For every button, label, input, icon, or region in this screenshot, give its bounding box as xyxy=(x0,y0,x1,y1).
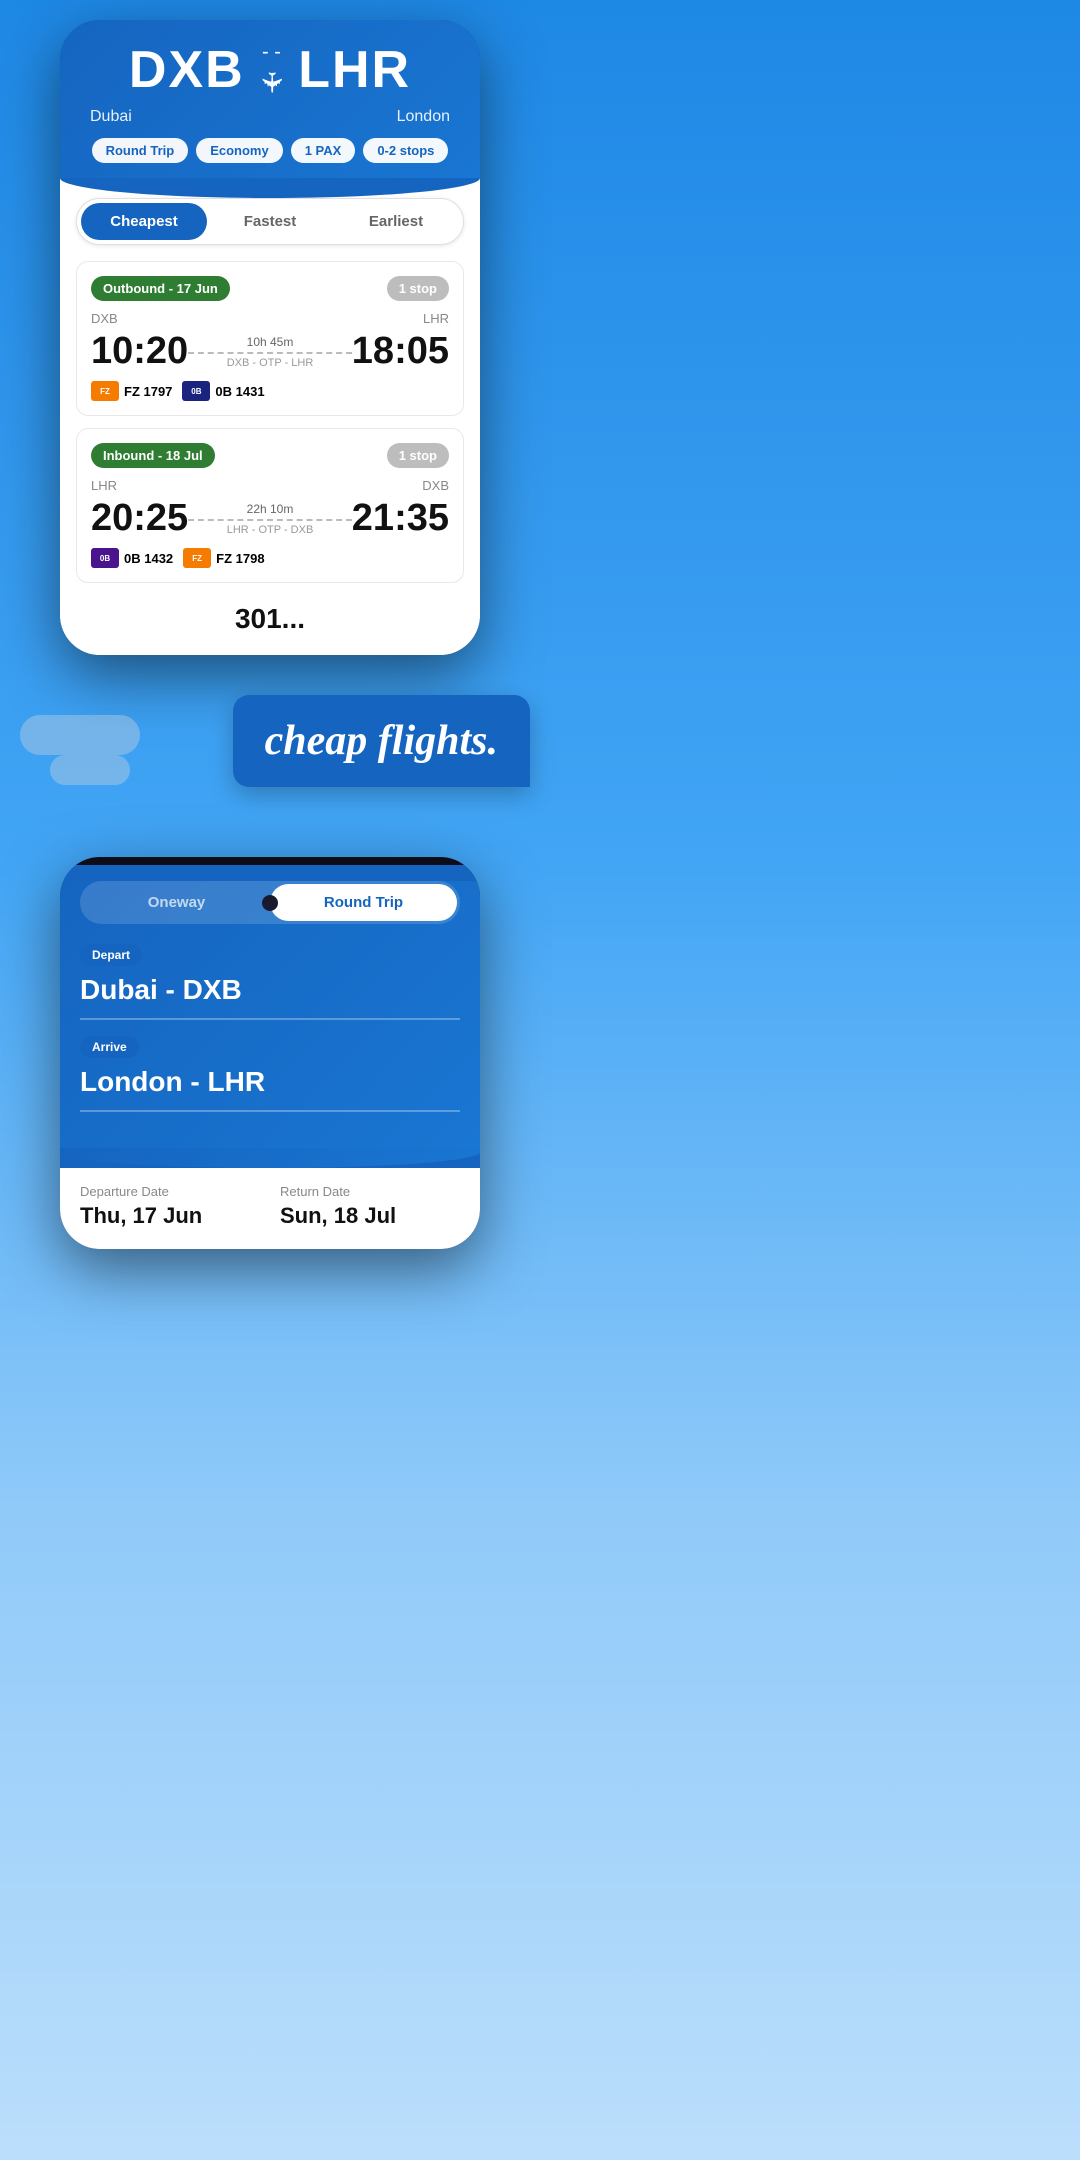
inbound-duration-col: 22h 10m LHR - OTP - DXB xyxy=(188,502,352,536)
outbound-flight-1: FZ 1797 xyxy=(124,384,172,399)
tab-bar: Cheapest Fastest Earliest xyxy=(76,198,464,245)
inbound-card[interactable]: Inbound - 18 Jul 1 stop LHR DXB 20:25 22… xyxy=(76,428,464,583)
outbound-badge: Outbound - 17 Jun xyxy=(91,276,230,301)
outbound-card[interactable]: Outbound - 17 Jun 1 stop DXB LHR 10:20 1… xyxy=(76,261,464,416)
outbound-duration-col: 10h 45m DXB - OTP - LHR xyxy=(188,335,352,369)
cheap-bubble: cheap flights. xyxy=(233,695,530,787)
outbound-duration: 10h 45m xyxy=(188,335,352,349)
depart-label: Depart xyxy=(80,944,142,966)
outbound-flight-2: 0B 1431 xyxy=(215,384,264,399)
inbound-to: DXB xyxy=(422,478,449,493)
dest-name: London xyxy=(397,108,450,126)
inbound-airline-1: 0B 0B 1432 xyxy=(91,548,173,568)
tag-pax[interactable]: 1 PAX xyxy=(291,138,356,163)
return-date-label: Return Date xyxy=(280,1184,460,1199)
deco-bat-2 xyxy=(50,755,130,785)
inbound-flight-2: FZ 1798 xyxy=(216,551,264,566)
outbound-stops: 1 stop xyxy=(387,276,449,301)
toggle-roundtrip[interactable]: Round Trip xyxy=(270,884,457,921)
inbound-duration: 22h 10m xyxy=(188,502,352,516)
inbound-via: LHR - OTP - DXB xyxy=(188,524,352,536)
airports-row: DXB - - ✈ LHR xyxy=(80,40,460,108)
plane-icon: - - ✈ xyxy=(260,41,283,99)
airport-names-row: Dubai London xyxy=(80,108,460,138)
results-area: Cheapest Fastest Earliest Outbound - 17 … xyxy=(60,198,480,655)
airline-logo-0b: 0B xyxy=(182,381,210,401)
departure-date-value: Thu, 17 Jun xyxy=(80,1203,260,1229)
airline-logo-fz-inbound: FZ xyxy=(183,548,211,568)
dashed-line-1 xyxy=(188,352,352,354)
arrive-value[interactable]: London - LHR xyxy=(80,1066,460,1112)
arrive-section: Arrive London - LHR xyxy=(60,1036,480,1148)
trip-toggle[interactable]: Oneway Round Trip xyxy=(80,881,460,924)
inbound-airline-2: FZ FZ 1798 xyxy=(183,548,264,568)
origin-code: DXB xyxy=(129,40,245,100)
departure-date-col[interactable]: Departure Date Thu, 17 Jun xyxy=(80,1184,260,1229)
outbound-airline-1: FZ FZ 1797 xyxy=(91,381,172,401)
outbound-airlines: FZ FZ 1797 0B 0B 1431 xyxy=(91,381,449,401)
outbound-airline-2: 0B 0B 1431 xyxy=(182,381,264,401)
price-partial: 301... xyxy=(76,595,464,639)
inbound-badge: Inbound - 18 Jul xyxy=(91,443,215,468)
tag-stops[interactable]: 0-2 stops xyxy=(363,138,448,163)
arrive-label: Arrive xyxy=(80,1036,139,1058)
return-date-value: Sun, 18 Jul xyxy=(280,1203,460,1229)
flight-header: DXB - - ✈ LHR Dubai London Round Trip Ec… xyxy=(60,20,480,179)
phone-2: Oneway Round Trip Depart Dubai - DXB Arr… xyxy=(60,857,480,1249)
cheap-text: cheap flights. xyxy=(265,718,498,764)
outbound-to: LHR xyxy=(423,311,449,326)
tags-row: Round Trip Economy 1 PAX 0-2 stops xyxy=(80,138,460,179)
outbound-card-header: Outbound - 17 Jun 1 stop xyxy=(91,276,449,301)
phone-1: DXB - - ✈ LHR Dubai London Round Trip Ec… xyxy=(60,20,480,655)
inbound-arrive: 21:35 xyxy=(352,497,449,540)
inbound-from: LHR xyxy=(91,478,117,493)
outbound-times: 10:20 10h 45m DXB - OTP - LHR 18:05 xyxy=(91,330,449,373)
origin-name: Dubai xyxy=(90,108,132,126)
tag-round-trip[interactable]: Round Trip xyxy=(92,138,189,163)
inbound-card-header: Inbound - 18 Jul 1 stop xyxy=(91,443,449,468)
toggle-oneway[interactable]: Oneway xyxy=(83,884,270,921)
inbound-airports: LHR DXB xyxy=(91,478,449,493)
airline-logo-fz: FZ xyxy=(91,381,119,401)
inbound-depart: 20:25 xyxy=(91,497,188,540)
inbound-flight-1: 0B 1432 xyxy=(124,551,173,566)
arrow-left: - - xyxy=(262,41,281,64)
depart-section: Depart Dubai - DXB xyxy=(60,936,480,1020)
dashed-line-2 xyxy=(188,519,352,521)
outbound-arrive: 18:05 xyxy=(352,330,449,373)
toggle-dot xyxy=(262,895,278,911)
inbound-airlines: 0B 0B 1432 FZ FZ 1798 xyxy=(91,548,449,568)
inbound-stops: 1 stop xyxy=(387,443,449,468)
depart-value[interactable]: Dubai - DXB xyxy=(80,974,460,1020)
airline-logo-0b-inbound: 0B xyxy=(91,548,119,568)
outbound-airports: DXB LHR xyxy=(91,311,449,326)
outbound-via: DXB - OTP - LHR xyxy=(188,357,352,369)
tab-earliest[interactable]: Earliest xyxy=(333,203,459,240)
outbound-depart: 10:20 xyxy=(91,330,188,373)
plane-symbol: ✈ xyxy=(255,71,288,94)
tab-fastest[interactable]: Fastest xyxy=(207,203,333,240)
dest-code: LHR xyxy=(298,40,411,100)
return-date-col[interactable]: Return Date Sun, 18 Jul xyxy=(280,1184,460,1229)
tab-cheapest[interactable]: Cheapest xyxy=(81,203,207,240)
inbound-times: 20:25 22h 10m LHR - OTP - DXB 21:35 xyxy=(91,497,449,540)
dates-row: Departure Date Thu, 17 Jun Return Date S… xyxy=(60,1168,480,1249)
tag-economy[interactable]: Economy xyxy=(196,138,283,163)
notch xyxy=(60,857,480,865)
deco-bat-1 xyxy=(20,715,140,755)
departure-date-label: Departure Date xyxy=(80,1184,260,1199)
outbound-from: DXB xyxy=(91,311,118,326)
